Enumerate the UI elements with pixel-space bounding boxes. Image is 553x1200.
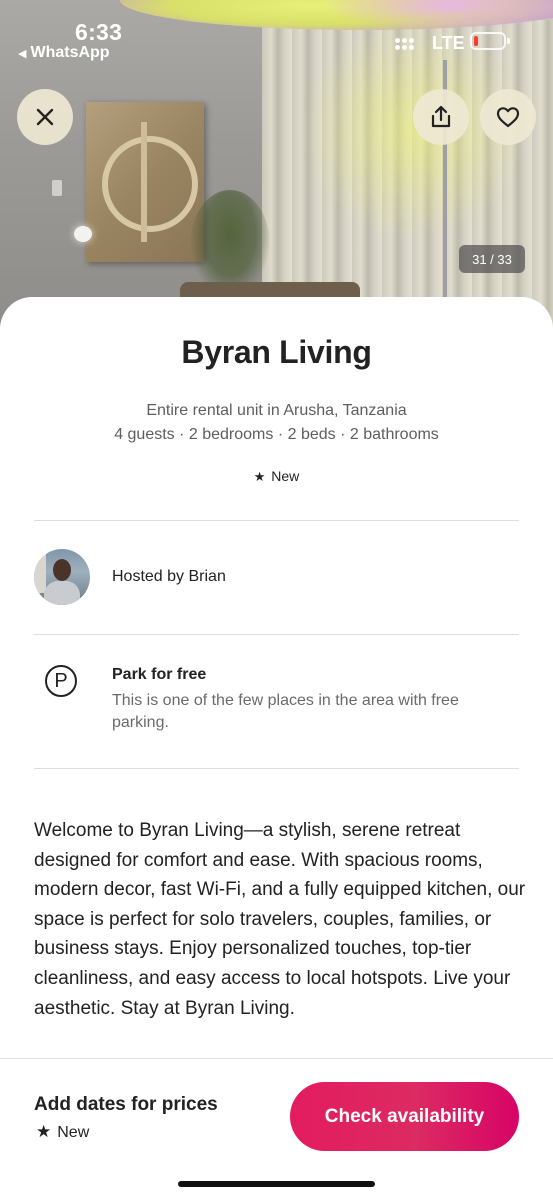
share-icon	[431, 105, 451, 128]
new-badge-label: New	[271, 468, 300, 484]
listing-description: Welcome to Byran Living—a stylish, seren…	[34, 820, 526, 1019]
avatar-background	[34, 553, 46, 593]
photo-wall-lamp	[74, 226, 92, 242]
feature-description: This is one of the few places in the are…	[112, 692, 459, 731]
host-avatar[interactable]	[34, 549, 90, 605]
avatar-body	[44, 581, 80, 605]
divider	[34, 768, 519, 769]
back-app-label: WhatsApp	[30, 44, 110, 61]
signal-icon	[395, 38, 415, 52]
status-time: 6:33	[75, 19, 123, 45]
avatar-head	[53, 559, 71, 581]
battery-level	[474, 36, 478, 46]
favorite-button[interactable]	[480, 89, 536, 145]
listing-title: Byran Living	[181, 334, 372, 370]
parking-icon: P	[45, 665, 77, 697]
listing-location: Entire rental unit in Arusha, Tanzania	[146, 402, 407, 419]
feature-title: Park for free	[112, 666, 207, 683]
network-label: LTE	[432, 33, 465, 53]
new-badge: ★ New	[0, 468, 553, 485]
price-label[interactable]: Add dates for prices	[34, 1094, 218, 1116]
share-button[interactable]	[413, 89, 469, 145]
photo-wall-art	[86, 102, 204, 262]
back-arrow-icon: ◀	[18, 48, 27, 60]
back-to-app-link[interactable]: ◀ WhatsApp	[18, 44, 110, 62]
close-button[interactable]	[17, 89, 73, 145]
close-icon	[36, 108, 54, 126]
battery-icon	[470, 32, 510, 50]
footer-new-badge: ★ New	[36, 1122, 89, 1142]
divider	[34, 634, 519, 635]
home-indicator[interactable]	[178, 1181, 375, 1187]
listing-details: 4 guests · 2 bedrooms · 2 beds · 2 bathr…	[114, 426, 439, 443]
star-icon: ★	[253, 469, 266, 484]
star-icon: ★	[36, 1122, 52, 1141]
host-name[interactable]: Hosted by Brian	[112, 568, 226, 586]
photo-light-switch	[52, 180, 62, 196]
check-availability-button[interactable]: Check availability	[290, 1082, 519, 1151]
parking-icon-letter: P	[54, 669, 68, 692]
footer-new-label: New	[57, 1124, 90, 1141]
photo-counter: 31 / 33	[459, 245, 525, 273]
heart-icon	[496, 107, 520, 128]
divider	[34, 520, 519, 521]
